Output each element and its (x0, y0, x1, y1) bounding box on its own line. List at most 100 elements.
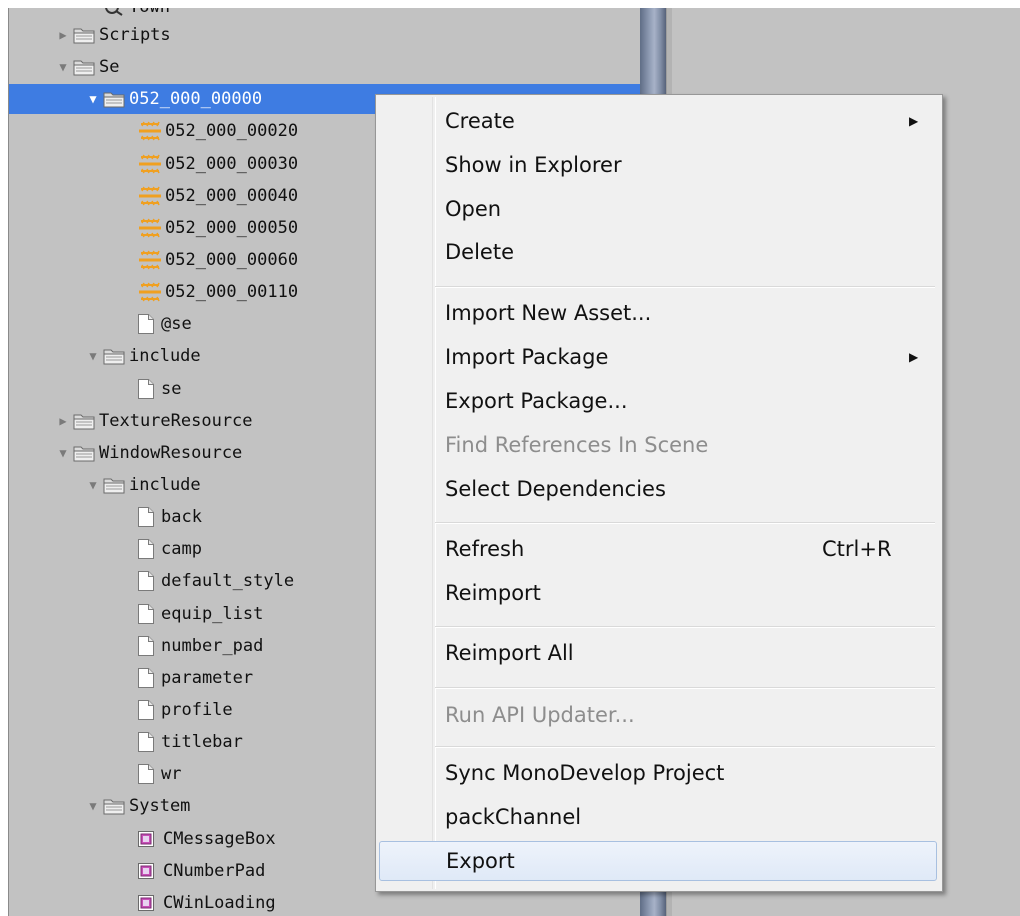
tree-item-label: CNumberPad (163, 860, 266, 881)
menu-item-packchannel[interactable]: packChannel (379, 797, 937, 837)
menu-item-label: Import Package (445, 345, 609, 369)
menu-item-find-references-in-scene: Find References In Scene (379, 425, 937, 465)
expand-arrow-down-icon[interactable]: ▼ (85, 91, 101, 107)
menu-item-label: Find References In Scene (445, 433, 709, 457)
script-icon (138, 862, 154, 879)
tree-item-label: 052_000_00020 (165, 121, 299, 142)
file-icon (138, 507, 154, 528)
menu-item-export[interactable]: Export (379, 841, 937, 881)
audio-clip-icon (139, 282, 161, 302)
menu-item-reimport-all[interactable]: Reimport All (379, 633, 937, 673)
tree-item-label: TextureResource (99, 410, 253, 431)
menu-item-delete[interactable]: Delete (379, 232, 937, 272)
expand-arrow-down-icon[interactable]: ▼ (55, 445, 71, 461)
menu-item-reimport[interactable]: Reimport (379, 573, 937, 613)
context-menu: Create ▶ Show in Explorer Open Delete Import … (375, 94, 943, 892)
file-icon (138, 699, 154, 720)
menu-item-import-package[interactable]: Import Package ▶ (379, 337, 937, 377)
menu-item-label: Select Dependencies (445, 477, 666, 501)
submenu-arrow-icon: ▶ (909, 114, 919, 128)
menu-item-label: Show in Explorer (445, 153, 622, 177)
tree-item-label: equip_list (161, 603, 264, 624)
menu-separator (435, 687, 935, 689)
tree-item-label: 052_000_00110 (165, 282, 299, 303)
expand-arrow-down-icon[interactable]: ▼ (85, 798, 101, 814)
tree-item-label: 052_000_00000 (129, 89, 263, 110)
tree-item-label: number_pad (161, 635, 264, 656)
tree-item-label: 052_000_00050 (165, 217, 299, 238)
file-icon (138, 603, 154, 624)
folder-icon (73, 28, 95, 44)
expand-arrow-down-icon[interactable]: ▼ (85, 348, 101, 364)
menu-item-open[interactable]: Open (379, 189, 937, 229)
tree-item-label: 052_000_00060 (165, 249, 299, 270)
tree-item-label: Town (129, 8, 170, 17)
folder-icon (73, 414, 95, 430)
menu-separator (435, 626, 935, 628)
menu-separator (435, 286, 935, 288)
tree-item-label: parameter (161, 667, 254, 688)
folder-icon (103, 799, 125, 815)
file-icon (138, 635, 154, 656)
menu-item-show-in-explorer[interactable]: Show in Explorer (379, 145, 937, 185)
tree-item-label: titlebar (161, 732, 243, 753)
tree-item-label: CWinLoading (163, 892, 276, 913)
menu-item-label: Reimport (445, 581, 541, 605)
menu-item-sync-monodevelop-project[interactable]: Sync MonoDevelop Project (379, 753, 937, 793)
file-icon (138, 732, 154, 753)
folder-icon (103, 92, 125, 108)
file-icon (138, 667, 154, 688)
tree-item-label: default_style (161, 571, 295, 592)
tree-item[interactable]: ▼ Se (9, 52, 687, 82)
file-icon (138, 539, 154, 560)
file-icon (138, 378, 154, 399)
menu-separator (435, 522, 935, 524)
folder-icon (103, 478, 125, 494)
menu-item-export-package[interactable]: Export Package... (379, 381, 937, 421)
tree-item-label: Se (99, 57, 120, 78)
script-icon (138, 830, 154, 847)
menu-item-label: Import New Asset... (445, 301, 652, 325)
tree-item-label: wr (161, 764, 182, 785)
menu-item-label: Open (445, 197, 502, 221)
file-icon (138, 571, 154, 592)
audio-clip-icon (139, 186, 161, 206)
expand-arrow-down-icon[interactable]: ▼ (55, 59, 71, 75)
menu-item-label: Sync MonoDevelop Project (445, 761, 725, 785)
tree-item-label: se (161, 378, 182, 399)
tree-item-label: include (129, 474, 201, 495)
menu-item-label: Export Package... (445, 389, 628, 413)
tree-item-label: back (161, 507, 202, 528)
submenu-arrow-icon: ▶ (909, 350, 919, 364)
menu-item-label: Create (445, 109, 515, 133)
tree-item-label: WindowResource (99, 442, 243, 463)
menu-item-refresh[interactable]: Refresh Ctrl+R (379, 529, 937, 569)
menu-item-label: Delete (445, 240, 514, 264)
expand-arrow-right-icon[interactable]: ▶ (55, 413, 71, 429)
tree-item-label: @se (161, 314, 192, 335)
menu-item-label: Run API Updater... (445, 703, 635, 727)
tree-item-label: profile (161, 699, 233, 720)
tree-item-label: Scripts (99, 25, 171, 45)
menu-item-create[interactable]: Create ▶ (379, 101, 937, 141)
tree-item-label: include (129, 346, 201, 367)
audio-clip-icon (139, 218, 161, 238)
script-icon (138, 894, 154, 911)
tree-item[interactable]: ▶ Scripts (9, 20, 687, 50)
file-icon (138, 314, 154, 335)
file-icon (138, 764, 154, 785)
tree-item-label: camp (161, 539, 202, 560)
menu-item-import-new-asset[interactable]: Import New Asset... (379, 293, 937, 333)
menu-item-label: Export (446, 849, 515, 873)
menu-item-select-dependencies[interactable]: Select Dependencies (379, 469, 937, 509)
menu-separator (435, 746, 935, 748)
folder-icon (73, 446, 95, 462)
audio-clip-icon (139, 250, 161, 270)
expand-arrow-right-icon[interactable]: ▶ (55, 27, 71, 43)
folder-icon (73, 60, 95, 76)
folder-icon (103, 349, 125, 365)
expand-arrow-down-icon[interactable]: ▼ (85, 477, 101, 493)
menu-item-label: Reimport All (445, 641, 574, 665)
audio-clip-icon (139, 154, 161, 173)
menu-item-shortcut: Ctrl+R (822, 537, 892, 561)
